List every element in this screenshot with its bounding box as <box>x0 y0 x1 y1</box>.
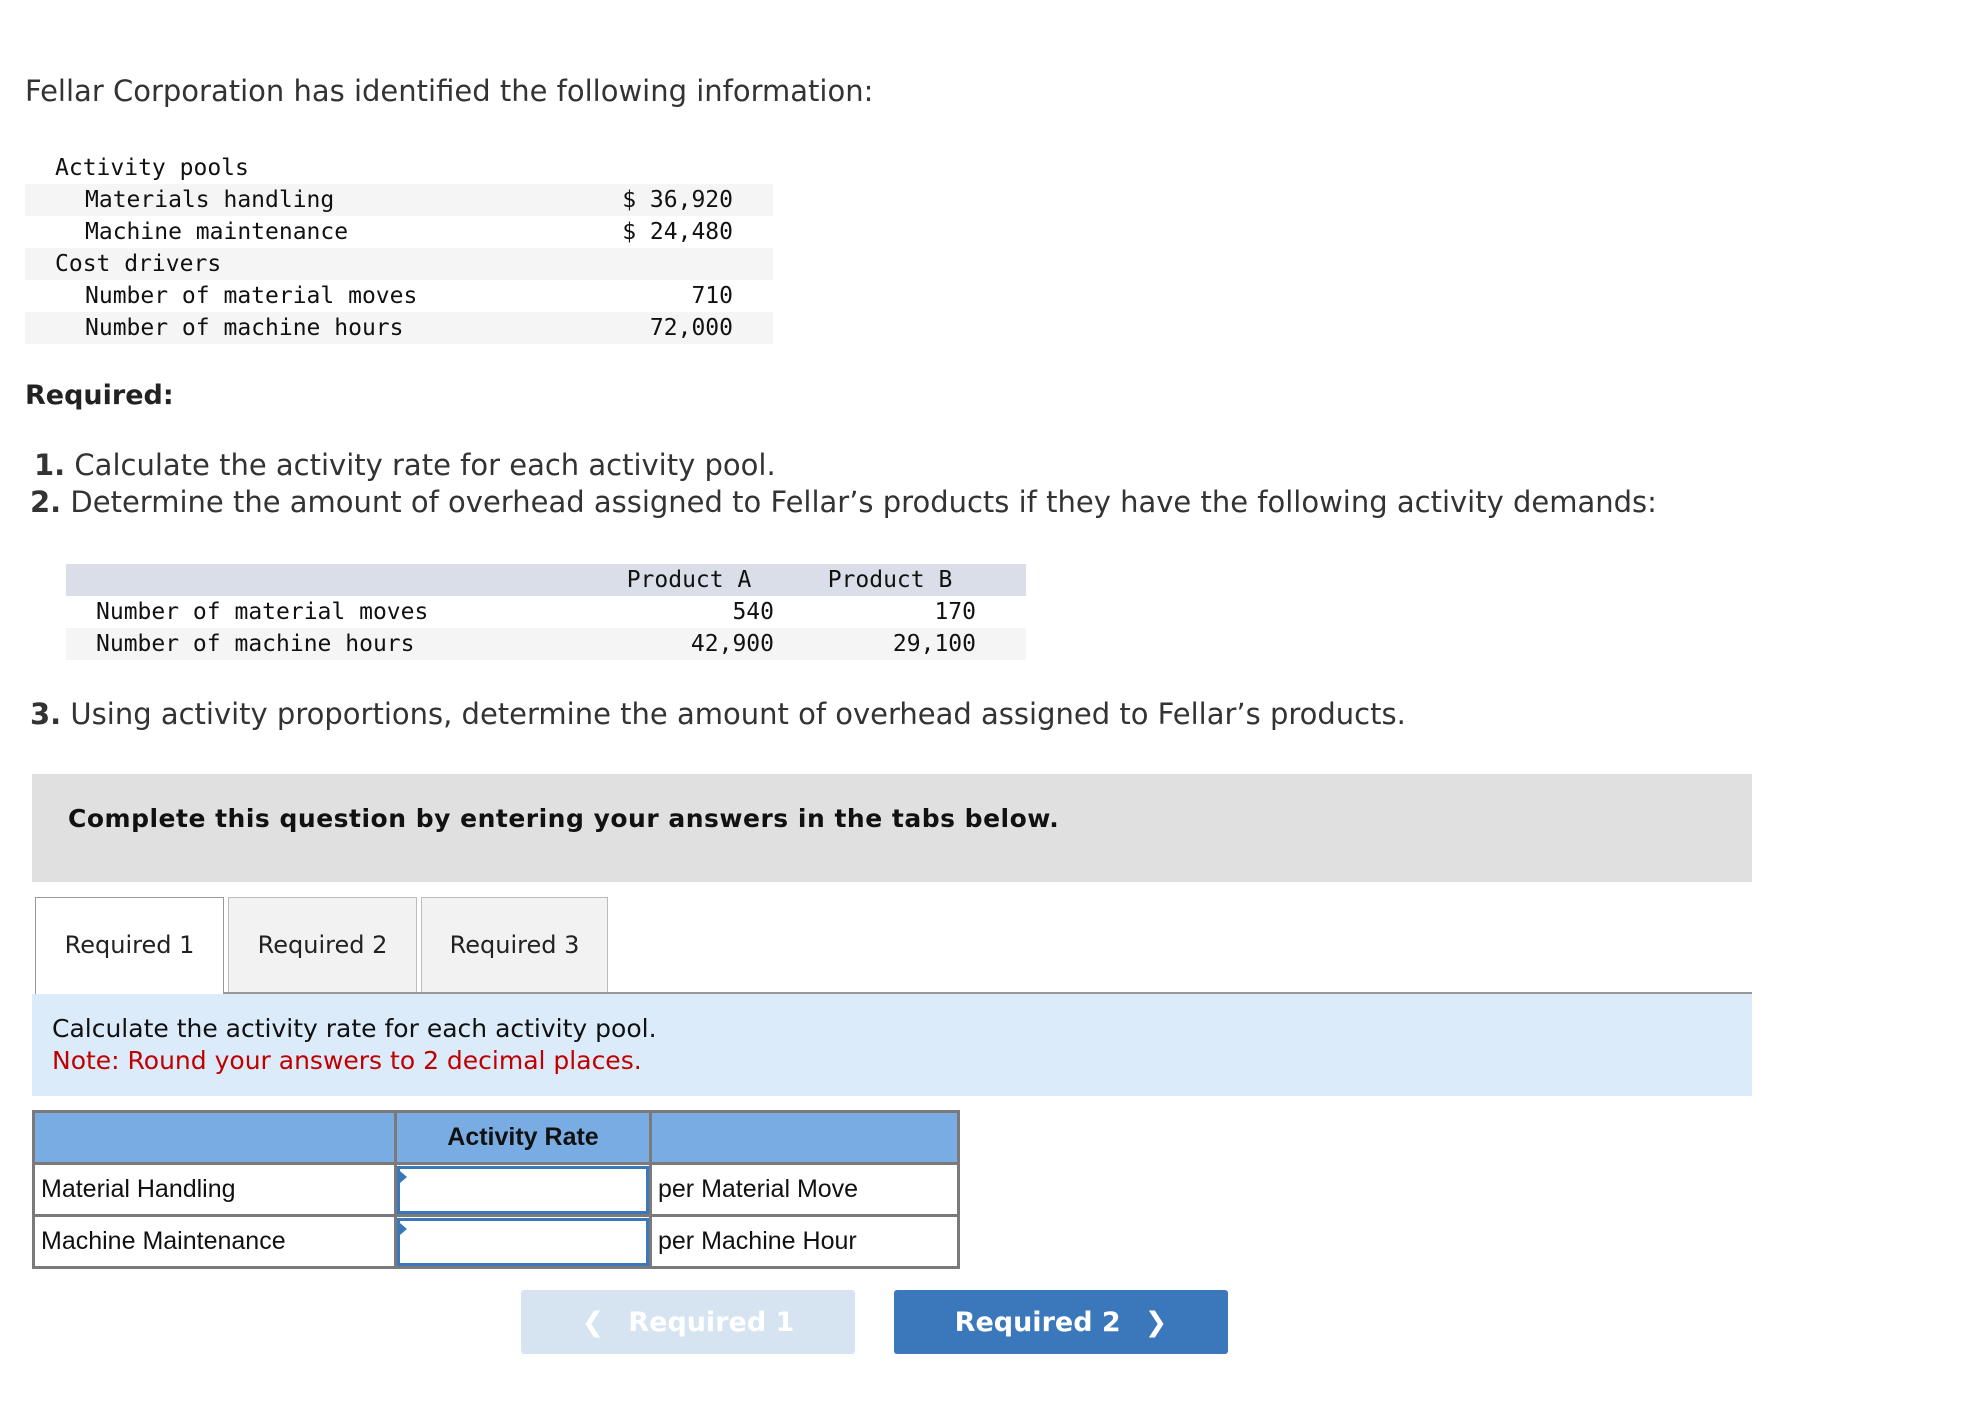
row-label: Number of material moves <box>96 599 429 625</box>
instruction-text: Complete this question by entering your … <box>68 804 1060 833</box>
demand-row: Number of material moves 540 170 <box>66 596 1026 628</box>
info-label: Materials handling <box>85 187 335 213</box>
col-header: Product A <box>626 567 752 593</box>
req-text: Determine the amount of overhead assigne… <box>70 485 1657 519</box>
info-label: Activity pools <box>55 155 249 181</box>
info-row: Activity pools <box>25 152 773 184</box>
info-value: $ 24,480 <box>622 219 733 245</box>
tab-required-2[interactable]: Required 2 <box>228 897 417 993</box>
answer-header-row: Activity Rate <box>32 1110 960 1165</box>
unit-label: per Material Move <box>649 1162 960 1217</box>
demand-header: Product A Product B <box>66 564 1026 596</box>
rate-cell <box>394 1162 652 1217</box>
req-num: 3. <box>30 697 62 731</box>
instruction-banner: Complete this question by entering your … <box>32 774 1752 882</box>
answer-table: Activity Rate Material Handling per Mate… <box>32 1110 960 1269</box>
prev-label: Required 1 <box>628 1306 795 1338</box>
requirement-1: 1. Calculate the activity rate for each … <box>34 448 776 482</box>
chevron-left-icon: ❮ <box>581 1306 605 1338</box>
req-num: 2. <box>30 485 62 519</box>
prev-button[interactable]: ❮ Required 1 <box>521 1290 855 1354</box>
info-row: Number of machine hours 72,000 <box>25 312 773 344</box>
tab-required-3[interactable]: Required 3 <box>421 897 608 993</box>
info-row: Materials handling $ 36,920 <box>25 184 773 216</box>
product-a-value: 540 <box>732 599 774 625</box>
activity-rate-header: Activity Rate <box>394 1110 652 1165</box>
tab-prompt: Calculate the activity rate for each act… <box>52 1014 657 1043</box>
requirement-2: 2. Determine the amount of overhead assi… <box>30 485 1657 519</box>
info-value: 72,000 <box>649 315 733 341</box>
next-button[interactable]: Required 2 ❯ <box>894 1290 1228 1354</box>
info-row: Machine maintenance $ 24,480 <box>25 216 773 248</box>
product-b-value: 29,100 <box>892 631 976 657</box>
info-row: Cost drivers <box>25 248 773 280</box>
machine-maintenance-rate-input[interactable] <box>397 1217 649 1266</box>
info-value: 710 <box>691 283 733 309</box>
product-a-value: 42,900 <box>690 631 774 657</box>
header-blank <box>649 1110 960 1165</box>
info-value: $ 36,920 <box>622 187 733 213</box>
row-label: Machine Maintenance <box>32 1214 397 1269</box>
col-header: Product B <box>827 567 953 593</box>
requirement-3: 3. Using activity proportions, determine… <box>30 697 1406 731</box>
unit-label: per Machine Hour <box>649 1214 960 1269</box>
info-row: Number of material moves 710 <box>25 280 773 312</box>
answer-row: Material Handling per Material Move <box>32 1162 960 1217</box>
info-label: Number of material moves <box>85 283 418 309</box>
row-label: Material Handling <box>32 1162 397 1217</box>
req-text: Calculate the activity rate for each act… <box>74 448 776 482</box>
required-heading: Required: <box>25 380 174 411</box>
info-label: Number of machine hours <box>85 315 404 341</box>
answer-row: Machine Maintenance per Machine Hour <box>32 1214 960 1269</box>
material-handling-rate-input[interactable] <box>397 1165 649 1214</box>
info-label: Cost drivers <box>55 251 222 277</box>
rate-cell <box>394 1214 652 1269</box>
intro-text: Fellar Corporation has identified the fo… <box>25 74 874 108</box>
next-label: Required 2 <box>954 1306 1121 1338</box>
chevron-right-icon: ❯ <box>1144 1306 1168 1338</box>
product-b-value: 170 <box>934 599 976 625</box>
header-blank <box>32 1110 397 1165</box>
tab-prompt-box: Calculate the activity rate for each act… <box>32 994 1752 1096</box>
tab-required-1[interactable]: Required 1 <box>35 897 224 994</box>
row-label: Number of machine hours <box>96 631 415 657</box>
tab-note: Note: Round your answers to 2 decimal pl… <box>52 1046 642 1075</box>
info-label: Machine maintenance <box>85 219 349 245</box>
demand-row: Number of machine hours 42,900 29,100 <box>66 628 1026 660</box>
req-num: 1. <box>34 448 66 482</box>
req-text: Using activity proportions, determine th… <box>70 697 1406 731</box>
